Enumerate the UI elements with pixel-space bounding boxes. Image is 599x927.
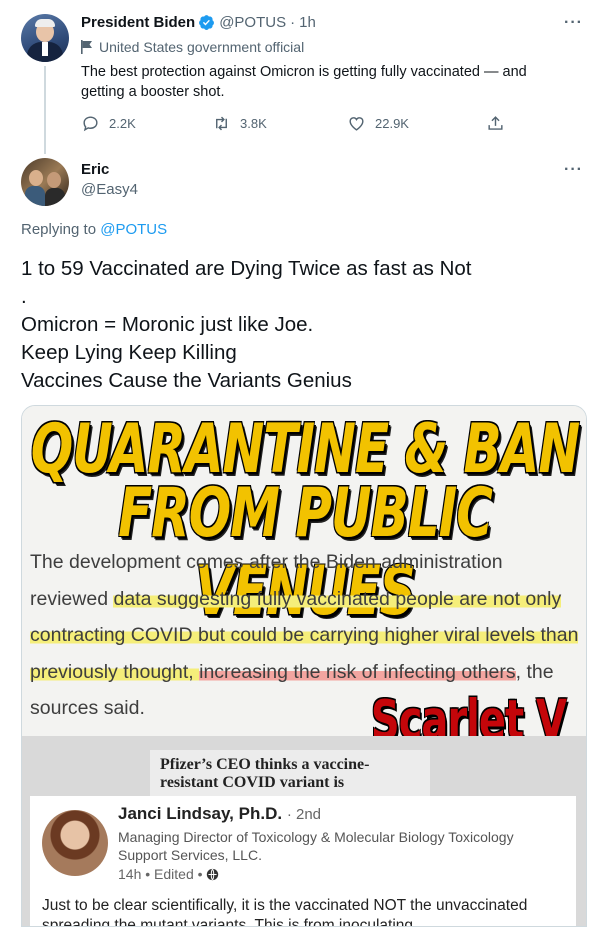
reply-button[interactable]: 2.2K bbox=[81, 114, 136, 133]
linkedin-degree: · 2nd bbox=[286, 806, 322, 823]
reply-count: 2.2K bbox=[109, 116, 136, 131]
like-button[interactable]: 22.9K bbox=[347, 114, 409, 133]
tweet-text: The best protection against Omicron is g… bbox=[81, 64, 527, 100]
linkedin-meta-row: 14h • Edited • bbox=[118, 866, 219, 882]
linkedin-meta: 14h • Edited • bbox=[118, 866, 207, 882]
share-icon bbox=[488, 116, 503, 130]
linkedin-post-text: Just to be clear scientifically, it is t… bbox=[42, 897, 528, 927]
meme-top: QUARANTINE & BAN FROM PUBLIC VENUES The … bbox=[22, 406, 586, 752]
author-handle[interactable]: @POTUS bbox=[219, 14, 286, 31]
author-name[interactable]: President Biden bbox=[81, 14, 195, 31]
highlight-red: increasing the risk of infecting others bbox=[199, 660, 516, 683]
meme-bottom: Pfizer’s CEO thinks a vaccine-resistant … bbox=[22, 736, 586, 927]
tweet-actions: 2.2K 3.8K 22.9K bbox=[81, 114, 531, 136]
potus-avatar[interactable] bbox=[21, 14, 69, 62]
eric-avatar[interactable] bbox=[21, 158, 69, 206]
like-icon bbox=[349, 117, 364, 131]
more-icon[interactable]: ··· bbox=[564, 14, 583, 32]
globe-icon bbox=[207, 868, 219, 881]
tweet-media-image[interactable]: QUARANTINE & BAN FROM PUBLIC VENUES The … bbox=[21, 405, 587, 927]
reply-text: 1 to 59 Vaccinated are Dying Twice as fa… bbox=[21, 257, 472, 392]
linkedin-title: Managing Director of Toxicology & Molecu… bbox=[118, 829, 514, 863]
reply-tweet[interactable]: Eric @Easy4 ··· Replying to @POTUS 1 to … bbox=[0, 150, 599, 927]
flag-icon bbox=[81, 40, 92, 54]
retweet-count: 3.8K bbox=[240, 116, 267, 131]
gov-label[interactable]: United States government official bbox=[81, 39, 304, 55]
reply-author-handle[interactable]: @Easy4 bbox=[81, 181, 138, 198]
reply-icon bbox=[83, 116, 98, 132]
like-count: 22.9K bbox=[375, 116, 409, 131]
thread-line bbox=[44, 66, 46, 154]
replying-prefix: Replying to bbox=[21, 221, 97, 238]
replying-to-link[interactable]: @POTUS bbox=[100, 221, 167, 238]
linkedin-post-card: Janci Lindsay, Ph.D. · 2nd Managing Dire… bbox=[30, 796, 576, 927]
reply-more-icon[interactable]: ··· bbox=[564, 161, 583, 179]
retweet-icon bbox=[216, 116, 227, 131]
separator-dot: · bbox=[290, 14, 296, 31]
original-tweet[interactable]: President Biden @POTUS · 1h ··· United S… bbox=[0, 0, 599, 154]
linkedin-name-row: Janci Lindsay, Ph.D. · 2nd bbox=[118, 804, 321, 824]
reply-author-name[interactable]: Eric bbox=[81, 161, 109, 178]
verified-badge-icon bbox=[199, 15, 215, 31]
highlight-yellow: data suggesting fully vaccinated people … bbox=[113, 587, 562, 610]
replying-to: Replying to @POTUS bbox=[21, 221, 167, 238]
linkedin-avatar bbox=[42, 810, 108, 876]
gov-label-text: United States government official bbox=[99, 39, 305, 55]
tweet-time[interactable]: 1h bbox=[299, 14, 316, 31]
tweet-header: President Biden @POTUS · 1h bbox=[81, 14, 316, 31]
linkedin-name: Janci Lindsay, Ph.D. bbox=[118, 804, 283, 823]
share-button[interactable] bbox=[486, 114, 514, 133]
pfizer-headline: Pfizer’s CEO thinks a vaccine-resistant … bbox=[160, 756, 370, 791]
retweet-button[interactable]: 3.8K bbox=[212, 114, 267, 133]
